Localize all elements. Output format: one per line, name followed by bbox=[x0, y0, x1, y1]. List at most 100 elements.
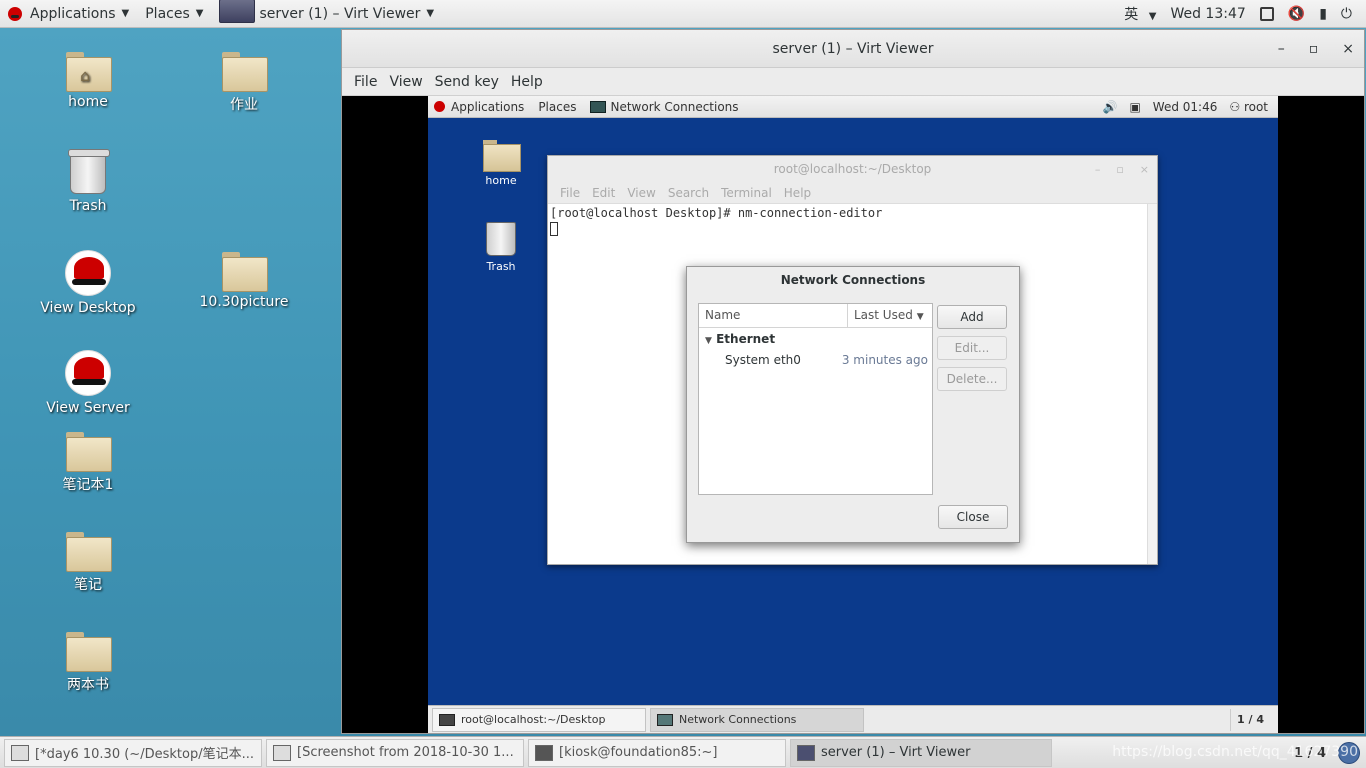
task-terminal[interactable]: [kiosk@foundation85:~] bbox=[528, 738, 786, 767]
menu-bar: File View Send key Help bbox=[342, 68, 1364, 96]
network-icon bbox=[657, 713, 673, 726]
guest-applications-menu[interactable]: Applications bbox=[451, 100, 524, 114]
desktop-icon-homework[interactable]: 作业 bbox=[189, 52, 299, 114]
power-icon[interactable]: ⏻ bbox=[1341, 6, 1352, 22]
terminal-icon bbox=[535, 744, 553, 761]
applications-menu[interactable]: Applications ▼ bbox=[0, 0, 137, 28]
terminal-menu-bar: File Edit View Search Terminal Help bbox=[548, 182, 1157, 204]
window-list-menu[interactable]: server (1) – Virt Viewer ▼ bbox=[211, 0, 442, 28]
guest-taskbar: root@localhost:~/Desktop Network Connect… bbox=[428, 705, 1278, 733]
menu-file[interactable]: File bbox=[348, 74, 383, 90]
user-menu[interactable]: ⚇ root bbox=[1229, 100, 1268, 114]
edit-button[interactable]: Edit... bbox=[937, 336, 1007, 360]
battery-icon[interactable]: ▮ bbox=[1319, 6, 1327, 22]
network-connections-dialog: Network Connections Name Last Used ▼ ▼ E… bbox=[686, 266, 1020, 543]
guest-top-panel: Applications Places Network Connections … bbox=[428, 96, 1278, 118]
minimize-button[interactable]: – bbox=[1095, 163, 1101, 176]
monitor-icon bbox=[797, 744, 815, 761]
desktop-icon-10-30picture[interactable]: 10.30picture bbox=[189, 252, 299, 310]
desktop-icon-notes[interactable]: 笔记 bbox=[33, 532, 143, 594]
list-header: Name Last Used ▼ bbox=[699, 304, 932, 328]
guest-task-terminal[interactable]: root@localhost:~/Desktop bbox=[432, 707, 646, 732]
desktop-icon-view-server[interactable]: View Server bbox=[33, 350, 143, 416]
chevron-down-icon: ▼ bbox=[195, 8, 204, 19]
desktop-icon-two-books[interactable]: 两本书 bbox=[33, 632, 143, 694]
menu-search[interactable]: Search bbox=[662, 186, 715, 200]
list-item[interactable]: System eth0 3 minutes ago bbox=[699, 350, 932, 370]
column-header-last-used[interactable]: Last Used ▼ bbox=[848, 304, 932, 327]
desktop-icon-trash[interactable]: Trash bbox=[33, 149, 143, 214]
close-button[interactable]: × bbox=[1342, 41, 1354, 57]
window-titlebar[interactable]: server (1) – Virt Viewer – ▫ × bbox=[342, 30, 1364, 68]
guest-active-window[interactable]: Network Connections bbox=[610, 100, 738, 114]
last-used-label: Last Used bbox=[854, 308, 913, 322]
desktop-icon-label: Trash bbox=[486, 260, 516, 273]
close-button[interactable]: × bbox=[1140, 163, 1149, 176]
virt-viewer-window: server (1) – Virt Viewer – ▫ × File View… bbox=[341, 29, 1365, 734]
connection-name: System eth0 bbox=[725, 353, 801, 367]
terminal-cursor bbox=[550, 221, 558, 236]
workspace-pager[interactable]: 1 / 4 bbox=[1230, 708, 1270, 731]
terminal-title: root@localhost:~/Desktop bbox=[773, 162, 932, 176]
guest-desktop-icon-home[interactable]: home bbox=[471, 140, 531, 187]
menu-help[interactable]: Help bbox=[505, 74, 549, 90]
volume-icon[interactable]: 🔊 bbox=[1102, 100, 1117, 114]
task-label: Network Connections bbox=[679, 713, 797, 726]
minimize-button[interactable]: – bbox=[1278, 41, 1285, 57]
guest-places-menu[interactable]: Places bbox=[538, 100, 576, 114]
guest-task-network-connections[interactable]: Network Connections bbox=[650, 707, 864, 732]
add-button[interactable]: Add bbox=[937, 305, 1007, 329]
menu-view[interactable]: View bbox=[383, 74, 428, 90]
desktop-icon-view-desktop[interactable]: View Desktop bbox=[33, 250, 143, 316]
maximize-button[interactable]: ▫ bbox=[1116, 163, 1123, 176]
guest-clock[interactable]: Wed 01:46 bbox=[1153, 100, 1218, 114]
terminal-window-controls: – ▫ × bbox=[1095, 156, 1149, 182]
terminal-output[interactable]: [root@localhost Desktop]# nm-connection-… bbox=[548, 204, 1157, 238]
chevron-down-icon: ▼ bbox=[121, 8, 130, 19]
task-label: root@localhost:~/Desktop bbox=[461, 713, 606, 726]
connection-last-used: 3 minutes ago bbox=[841, 353, 928, 367]
home-icon: ⌂ bbox=[80, 66, 91, 85]
volume-muted-icon[interactable]: 🔇 bbox=[1288, 6, 1305, 22]
home-folder-icon: ⌂ bbox=[66, 52, 112, 92]
display-icon[interactable] bbox=[1259, 7, 1274, 21]
task-image-viewer[interactable]: [Screenshot from 2018-10-30 1... bbox=[266, 738, 524, 767]
menu-edit[interactable]: Edit bbox=[586, 186, 621, 200]
connections-list[interactable]: Name Last Used ▼ ▼ Ethernet System eth0 … bbox=[698, 303, 933, 495]
group-ethernet[interactable]: ▼ Ethernet bbox=[699, 328, 932, 350]
task-virt-viewer[interactable]: server (1) – Virt Viewer bbox=[790, 738, 1052, 767]
menu-view[interactable]: View bbox=[621, 186, 661, 200]
maximize-button[interactable]: ▫ bbox=[1309, 41, 1319, 57]
desktop-icon-home[interactable]: ⌂ home bbox=[33, 52, 143, 110]
chevron-down-icon: ▼ bbox=[426, 8, 435, 19]
guest-desktop[interactable]: Applications Places Network Connections … bbox=[428, 96, 1278, 733]
task-text-editor[interactable]: [*day6 10.30 (~/Desktop/笔记本... bbox=[4, 738, 262, 767]
menu-help[interactable]: Help bbox=[778, 186, 817, 200]
network-status-icon[interactable]: ▣ bbox=[1129, 100, 1140, 114]
column-header-name[interactable]: Name bbox=[699, 304, 848, 327]
terminal-prompt-line: [root@localhost Desktop]# nm-connection-… bbox=[550, 206, 883, 220]
window-title: server (1) – Virt Viewer bbox=[772, 40, 934, 57]
terminal-icon bbox=[439, 713, 455, 726]
terminal-titlebar[interactable]: root@localhost:~/Desktop – ▫ × bbox=[548, 156, 1157, 182]
desktop-icon-label: 两本书 bbox=[67, 677, 109, 693]
vm-display[interactable]: Applications Places Network Connections … bbox=[342, 96, 1364, 733]
menu-terminal[interactable]: Terminal bbox=[715, 186, 778, 200]
terminal-scrollbar[interactable] bbox=[1147, 204, 1157, 564]
menu-file[interactable]: File bbox=[554, 186, 586, 200]
task-label: [Screenshot from 2018-10-30 1... bbox=[297, 745, 514, 760]
guest-desktop-icon-trash[interactable]: Trash bbox=[471, 222, 531, 273]
close-button[interactable]: Close bbox=[938, 505, 1008, 529]
places-label: Places bbox=[145, 5, 190, 22]
places-menu[interactable]: Places ▼ bbox=[137, 0, 211, 28]
expander-icon[interactable]: ▼ bbox=[705, 336, 712, 346]
desktop-icon-notebook1[interactable]: 笔记本1 bbox=[33, 432, 143, 494]
desktop-icon-label: 笔记 bbox=[74, 577, 102, 593]
input-method-indicator[interactable]: 英 ▼ bbox=[1124, 4, 1156, 24]
clock[interactable]: Wed 13:47 bbox=[1170, 6, 1245, 22]
desktop-icon-label: 作业 bbox=[230, 97, 258, 113]
folder-icon bbox=[66, 532, 112, 572]
menu-send-key[interactable]: Send key bbox=[429, 74, 505, 90]
delete-button[interactable]: Delete... bbox=[937, 367, 1007, 391]
desktop-icon-label: home bbox=[68, 94, 108, 110]
